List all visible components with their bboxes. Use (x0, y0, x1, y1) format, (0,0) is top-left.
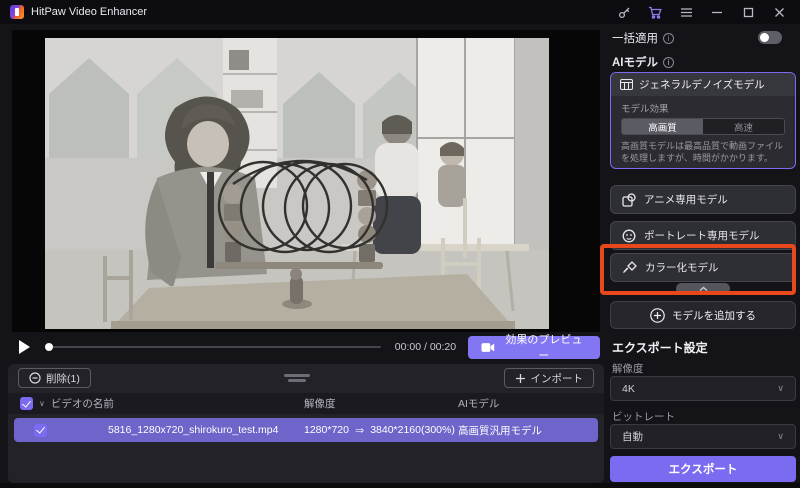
seek-slider[interactable] (45, 346, 380, 348)
info-icon[interactable]: i (663, 33, 674, 44)
file-table-header: ∨ ビデオの名前 解像度 AIモデル (8, 393, 604, 414)
portrait-model-button[interactable]: ポートレート専用モデル (610, 221, 796, 250)
menu-icon[interactable] (675, 3, 697, 21)
file-list-panel: 削除(1) インポート ∨ ビデオの名前 解像度 AIモデル 5816_1280… (8, 364, 604, 483)
panel-collapse-handle[interactable] (284, 374, 310, 382)
app-title: HitPaw Video Enhancer (31, 6, 147, 18)
plus-icon (515, 373, 526, 384)
column-model-header: AIモデル (458, 393, 499, 414)
face-icon (622, 229, 636, 243)
column-resolution-header: 解像度 (304, 393, 336, 414)
ai-model-heading: AIモデル i (612, 54, 674, 70)
close-button[interactable] (768, 3, 790, 21)
minimize-button[interactable] (706, 3, 728, 21)
resolution-value: 4K (622, 383, 635, 395)
tab-high-quality[interactable]: 高画質 (622, 119, 703, 134)
chevron-down-icon: ∨ (777, 431, 784, 442)
collapse-models-pill[interactable] (676, 283, 730, 294)
arrow-right-icon: ⇒ (355, 424, 364, 437)
colorize-model-button[interactable]: カラー化モデル (610, 253, 796, 282)
cart-icon[interactable] (644, 3, 666, 21)
chevron-down-icon: ∨ (777, 383, 784, 394)
add-model-button[interactable]: モデルを追加する (610, 301, 796, 329)
seek-knob[interactable] (45, 343, 53, 351)
model-effect-label: モデル効果 (611, 96, 795, 118)
tab-high-speed[interactable]: 高速 (703, 119, 784, 134)
batch-apply-toggle[interactable] (758, 31, 782, 44)
file-ai-model: 高画質汎用モデル (458, 418, 542, 442)
export-button[interactable]: エクスポート (610, 456, 796, 482)
select-all-checkbox[interactable] (20, 397, 33, 410)
paint-brush-icon (622, 261, 637, 275)
chevron-up-icon (699, 286, 708, 292)
delete-button[interactable]: 削除(1) (18, 368, 91, 388)
info-icon[interactable]: i (663, 57, 674, 68)
file-name: 5816_1280x720_shirokuro_test.mp4 (108, 418, 278, 442)
register-key-icon[interactable] (613, 3, 635, 21)
bitrate-value: 自動 (622, 429, 643, 444)
time-display: 00:00 / 00:20 (395, 341, 456, 353)
videocam-icon (481, 342, 495, 353)
file-panel-toolbar: 削除(1) インポート (8, 364, 604, 392)
file-row-checkbox[interactable] (34, 424, 47, 437)
import-button[interactable]: インポート (504, 368, 595, 388)
window-bottom-edge (0, 483, 800, 488)
anime-model-button[interactable]: アニメ専用モデル (610, 185, 796, 214)
chevron-down-icon[interactable]: ∨ (39, 399, 45, 408)
plus-circle-icon (650, 308, 665, 323)
play-button[interactable] (12, 337, 37, 357)
resolution-label: 解像度 (612, 361, 644, 376)
bitrate-label: ビットレート (612, 409, 675, 424)
screen-grid-icon (620, 79, 633, 90)
resolution-select[interactable]: 4K ∨ (610, 376, 796, 401)
remove-circle-icon (29, 372, 41, 384)
general-denoise-model-card[interactable]: ジェネラルデノイズモデル モデル効果 高画質 高速 高画質モデルは最高品質で動画… (610, 72, 796, 169)
export-settings-heading: エクスポート設定 (612, 339, 708, 356)
model-card-title: ジェネラルデノイズモデル (639, 77, 765, 92)
transport-bar: 00:00 / 00:20 効果のプレビュー (12, 333, 600, 361)
maximize-button[interactable] (737, 3, 759, 21)
play-icon (19, 340, 30, 354)
anime-shapes-icon (622, 193, 636, 207)
model-description: 高画質モデルは最高品質で動画ファイルを処理しますが、時間がかかります。 (611, 135, 795, 169)
video-frame-image (45, 38, 549, 329)
bitrate-select[interactable]: 自動 ∨ (610, 424, 796, 449)
batch-apply-label: 一括適用 i (612, 30, 674, 46)
model-effect-tabs: 高画質 高速 (621, 118, 785, 135)
app-logo-icon (10, 5, 24, 19)
titlebar: HitPaw Video Enhancer (0, 0, 800, 24)
column-name-header: ビデオの名前 (51, 396, 114, 411)
file-row[interactable]: 5816_1280x720_shirokuro_test.mp4 1280*72… (14, 418, 598, 442)
app-window: HitPaw Video Enhancer (0, 0, 800, 488)
video-preview[interactable] (12, 30, 600, 332)
file-resolution: 1280*720 ⇒ 3840*2160(300%) (304, 418, 455, 442)
preview-effect-button[interactable]: 効果のプレビュー (468, 336, 600, 359)
